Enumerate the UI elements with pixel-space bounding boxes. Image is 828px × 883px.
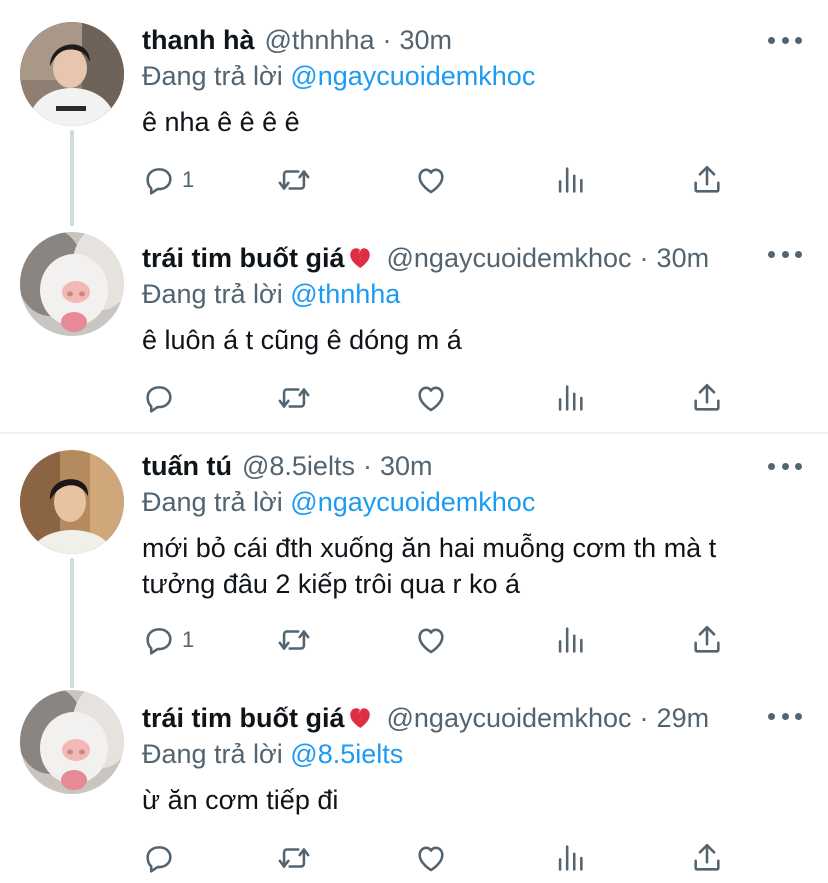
like-button[interactable] — [414, 378, 448, 418]
avatar[interactable] — [20, 450, 124, 554]
share-icon — [694, 843, 720, 871]
reply-button[interactable]: 1 — [142, 160, 194, 200]
more-icon[interactable] — [768, 20, 802, 60]
share-button[interactable] — [690, 620, 724, 660]
like-button[interactable] — [414, 160, 448, 200]
user-handle[interactable]: @ngaycuoidemkhoc — [387, 703, 632, 734]
reply-to-handle[interactable]: @thnhha — [290, 279, 400, 309]
analytics-button[interactable] — [553, 838, 587, 878]
avatar[interactable] — [20, 690, 124, 794]
retweet-icon — [278, 848, 310, 868]
replying-to: Đang trả lời @thnhha — [142, 274, 400, 314]
reply-icon — [146, 168, 172, 195]
reply-count: 1 — [182, 167, 195, 192]
reply-button[interactable] — [142, 378, 182, 418]
analytics-button[interactable] — [553, 160, 587, 200]
retweet-button[interactable] — [277, 378, 311, 418]
like-button[interactable] — [414, 838, 448, 878]
tweet-text: ê luôn á t cũng ê dóng m á — [142, 325, 462, 355]
avatar[interactable] — [20, 22, 124, 126]
replying-to: Đang trả lời @8.5ielts — [142, 734, 403, 774]
tweet-header: tuấn tú @8.5ielts · 30m — [142, 446, 432, 486]
more-icon[interactable] — [768, 696, 802, 736]
reply-prefix: Đang trả lời — [142, 739, 283, 769]
analytics-icon — [558, 845, 583, 871]
tweet-header: trái tim buốt giá @ngaycuoidemkhoc · 29m — [142, 698, 709, 738]
separator-dot: · — [382, 24, 392, 55]
retweet-icon — [278, 388, 310, 408]
like-icon — [418, 386, 444, 412]
share-icon — [694, 383, 720, 411]
action-bar: 1 — [142, 160, 742, 200]
broken-heart-emoji — [347, 705, 373, 731]
like-icon — [418, 168, 444, 194]
avatar[interactable] — [20, 232, 124, 336]
user-handle[interactable]: @thnhha — [265, 25, 375, 56]
retweet-button[interactable] — [277, 620, 311, 660]
retweet-icon — [278, 630, 310, 650]
reply-button[interactable]: 1 — [142, 620, 194, 660]
more-icon[interactable] — [768, 446, 802, 486]
like-button[interactable] — [414, 620, 448, 660]
like-icon — [418, 846, 444, 872]
timestamp[interactable]: 30m — [380, 451, 433, 482]
reply-button[interactable] — [142, 838, 182, 878]
display-name[interactable]: thanh hà — [142, 25, 255, 56]
retweet-icon — [278, 170, 310, 190]
tweet-header: trái tim buốt giá @ngaycuoidemkhoc · 30m — [142, 238, 709, 278]
timestamp[interactable]: 30m — [400, 25, 453, 56]
separator-dot: · — [362, 450, 372, 481]
tweet-text: mới bỏ cái đth xuống ăn hai muỗng cơm th… — [142, 533, 717, 599]
analytics-icon — [558, 627, 583, 653]
user-handle[interactable]: @ngaycuoidemkhoc — [387, 243, 632, 274]
more-icon[interactable] — [768, 234, 802, 274]
action-bar — [142, 838, 742, 878]
reply-icon — [146, 628, 172, 655]
reply-to-handle[interactable]: @ngaycuoidemkhoc — [290, 61, 535, 91]
replying-to: Đang trả lời @ngaycuoidemkhoc — [142, 482, 535, 522]
reply-icon — [146, 386, 172, 413]
share-icon — [694, 165, 720, 193]
analytics-icon — [558, 385, 583, 411]
timestamp[interactable]: 29m — [657, 703, 710, 734]
share-button[interactable] — [690, 838, 724, 878]
separator-dot: · — [639, 242, 649, 273]
analytics-icon — [558, 167, 583, 193]
retweet-button[interactable] — [277, 160, 311, 200]
reply-to-handle[interactable]: @8.5ielts — [290, 739, 403, 769]
reply-icon — [146, 846, 172, 873]
user-handle[interactable]: @8.5ielts — [242, 451, 355, 482]
thread-line — [70, 130, 74, 226]
replying-to: Đang trả lời @ngaycuoidemkhoc — [142, 56, 535, 96]
like-icon — [418, 628, 444, 654]
display-name[interactable]: tuấn tú — [142, 451, 232, 482]
thread-line — [70, 558, 74, 688]
reply-prefix: Đang trả lời — [142, 61, 283, 91]
timestamp[interactable]: 30m — [657, 243, 710, 274]
reply-count: 1 — [182, 627, 195, 652]
analytics-button[interactable] — [553, 378, 587, 418]
analytics-button[interactable] — [553, 620, 587, 660]
tweet-text: ừ ăn cơm tiếp đi — [142, 785, 339, 815]
tweet-text: ê nha ê ê ê ê — [142, 107, 300, 137]
action-bar — [142, 378, 742, 418]
share-icon — [694, 625, 720, 653]
display-name[interactable]: trái tim buốt giá — [142, 703, 345, 734]
reply-prefix: Đang trả lời — [142, 487, 283, 517]
reply-prefix: Đang trả lời — [142, 279, 283, 309]
action-bar: 1 — [142, 620, 742, 660]
share-button[interactable] — [690, 378, 724, 418]
broken-heart-emoji — [347, 245, 373, 271]
retweet-button[interactable] — [277, 838, 311, 878]
separator-dot: · — [639, 702, 649, 733]
display-name[interactable]: trái tim buốt giá — [142, 243, 345, 274]
tweet-header: thanh hà @thnhha · 30m — [142, 20, 452, 60]
reply-to-handle[interactable]: @ngaycuoidemkhoc — [290, 487, 535, 517]
share-button[interactable] — [690, 160, 724, 200]
conversation-divider — [0, 432, 828, 434]
